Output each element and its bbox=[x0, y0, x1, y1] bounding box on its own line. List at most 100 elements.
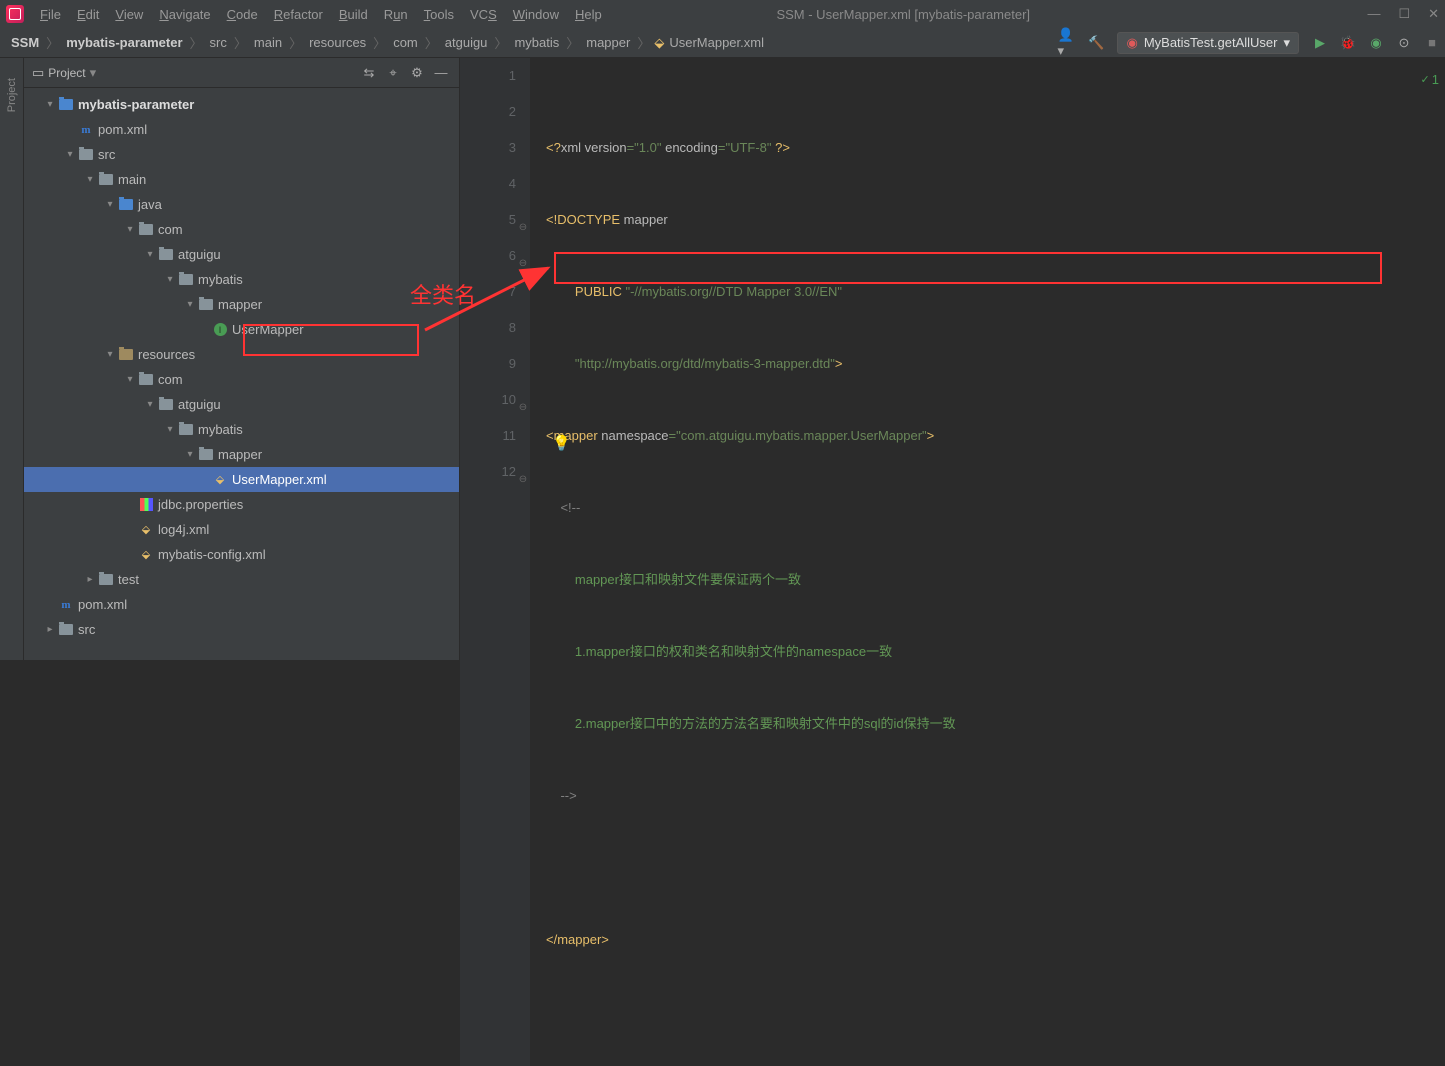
run-config-label: MyBatisTest.getAllUser bbox=[1144, 35, 1278, 50]
fold-marker-icon[interactable]: ⊖ bbox=[518, 246, 528, 282]
bulb-icon[interactable]: 💡 bbox=[552, 426, 571, 462]
breadcrumb-item[interactable]: mapper bbox=[583, 34, 633, 51]
menu-window[interactable]: Window bbox=[507, 5, 565, 24]
tree-folder-atguigu[interactable]: ▾atguigu bbox=[24, 392, 459, 417]
breadcrumb-item[interactable]: atguigu bbox=[442, 34, 491, 51]
menu-run[interactable]: Run bbox=[378, 5, 414, 24]
fold-marker-icon[interactable]: ⊖ bbox=[518, 390, 528, 426]
app-logo-icon bbox=[6, 5, 24, 23]
fold-marker-icon[interactable]: ⊖ bbox=[518, 210, 528, 246]
line-number: 2 bbox=[460, 94, 516, 130]
tree-interface-usermapper[interactable]: IUserMapper bbox=[24, 317, 459, 342]
navigation-toolbar: SSM〉 mybatis-parameter〉 src〉 main〉 resou… bbox=[0, 28, 1445, 58]
test-icon: ◉ bbox=[1126, 35, 1137, 51]
tree-package-com[interactable]: ▾com bbox=[24, 217, 459, 242]
menu-view[interactable]: View bbox=[109, 5, 149, 24]
breadcrumb-item[interactable]: mybatis bbox=[511, 34, 562, 51]
tree-file-pom2[interactable]: mpom.xml bbox=[24, 592, 459, 617]
collapse-icon[interactable]: ⇆ bbox=[359, 63, 379, 83]
line-number: 8 bbox=[460, 310, 516, 346]
menu-edit[interactable]: Edit bbox=[71, 5, 105, 24]
stop-button[interactable]: ■ bbox=[1421, 32, 1443, 54]
breadcrumb: SSM〉 mybatis-parameter〉 src〉 main〉 resou… bbox=[8, 33, 767, 52]
maximize-button[interactable]: ☐ bbox=[1398, 6, 1410, 22]
build-button[interactable]: 🔨 bbox=[1085, 32, 1107, 54]
gutter[interactable]: 1 2 3 4 5 6 7 8 9 10 11 12 ⊖ ⊖ ⊖ ⊖ bbox=[460, 58, 530, 1066]
annotation-label: 全类名 bbox=[410, 278, 476, 310]
line-number: 1 bbox=[460, 58, 516, 94]
chevron-down-icon[interactable]: ▾ bbox=[90, 65, 97, 81]
tree-file-mybatis-config[interactable]: ⬙mybatis-config.xml bbox=[24, 542, 459, 567]
project-view-icon: ▭ bbox=[32, 65, 44, 81]
tree-folder-src[interactable]: ▾src bbox=[24, 142, 459, 167]
debug-button[interactable]: 🐞 bbox=[1337, 32, 1359, 54]
code-text[interactable]: 1 <?xml version="1.0" encoding="UTF-8" ?… bbox=[530, 58, 1445, 1066]
project-tree[interactable]: ▾mybatis-parameter mpom.xml ▾src ▾main ▾… bbox=[24, 88, 459, 660]
breadcrumb-item[interactable]: com bbox=[390, 34, 421, 51]
title-bar: File Edit View Navigate Code Refactor Bu… bbox=[0, 0, 1445, 28]
left-stripe: Project bbox=[0, 58, 24, 660]
gear-icon[interactable]: ⚙ bbox=[407, 63, 427, 83]
line-number: 6 bbox=[460, 238, 516, 274]
breadcrumb-item[interactable]: resources bbox=[306, 34, 369, 51]
breadcrumb-item[interactable]: main bbox=[251, 34, 285, 51]
tree-folder-resources[interactable]: ▾resources bbox=[24, 342, 459, 367]
coverage-button[interactable]: ◉ bbox=[1365, 32, 1387, 54]
tree-package-mapper[interactable]: ▾mapper bbox=[24, 292, 459, 317]
editor-area: ameter) jdbc.properties× ⬙log4j.xml× ⬙my… bbox=[460, 58, 1445, 660]
select-opened-icon[interactable]: ⌖ bbox=[383, 63, 403, 83]
menu-refactor[interactable]: Refactor bbox=[268, 5, 329, 24]
menu-vcs[interactable]: VCS bbox=[464, 5, 503, 24]
run-config-selector[interactable]: ◉ MyBatisTest.getAllUser ▾ bbox=[1117, 32, 1299, 54]
main-area: Project ▭ Project ▾ ⇆ ⌖ ⚙ — ▾mybatis-par… bbox=[0, 58, 1445, 660]
window-controls: — ☐ ✕ bbox=[1367, 6, 1439, 22]
menu-build[interactable]: Build bbox=[333, 5, 374, 24]
tree-file-log4j[interactable]: ⬙log4j.xml bbox=[24, 517, 459, 542]
line-number: 4 bbox=[460, 166, 516, 202]
line-number: 5 bbox=[460, 202, 516, 238]
tree-folder-mybatis[interactable]: ▾mybatis bbox=[24, 417, 459, 442]
breadcrumb-item[interactable]: src bbox=[207, 34, 230, 51]
project-sidebar: ▭ Project ▾ ⇆ ⌖ ⚙ — ▾mybatis-parameter m… bbox=[24, 58, 460, 660]
breadcrumb-item[interactable]: SSM bbox=[8, 34, 42, 51]
window-title: SSM - UserMapper.xml [mybatis-parameter] bbox=[776, 7, 1030, 22]
run-button[interactable]: ▶ bbox=[1309, 32, 1331, 54]
minimize-button[interactable]: — bbox=[1367, 6, 1380, 22]
line-number: 11 bbox=[460, 418, 516, 454]
breadcrumb-item[interactable]: UserMapper.xml bbox=[666, 34, 767, 51]
chevron-down-icon: ▾ bbox=[1283, 35, 1290, 51]
fold-marker-icon[interactable]: ⊖ bbox=[518, 462, 528, 498]
menu-tools[interactable]: Tools bbox=[418, 5, 460, 24]
line-number: 10 bbox=[460, 382, 516, 418]
profile-button[interactable]: ⊙ bbox=[1393, 32, 1415, 54]
tree-file-usermapper-xml[interactable]: ⬙UserMapper.xml bbox=[24, 467, 459, 492]
menu-code[interactable]: Code bbox=[221, 5, 264, 24]
project-tool-button[interactable]: Project bbox=[6, 74, 18, 116]
menu-navigate[interactable]: Navigate bbox=[153, 5, 216, 24]
project-header: ▭ Project ▾ ⇆ ⌖ ⚙ — bbox=[24, 58, 459, 88]
tree-folder-main[interactable]: ▾main bbox=[24, 167, 459, 192]
tree-package-atguigu[interactable]: ▾atguigu bbox=[24, 242, 459, 267]
menu-bar: File Edit View Navigate Code Refactor Bu… bbox=[34, 5, 608, 24]
tree-package-mybatis[interactable]: ▾mybatis bbox=[24, 267, 459, 292]
tree-folder-java[interactable]: ▾java bbox=[24, 192, 459, 217]
tree-folder-test[interactable]: ▸test bbox=[24, 567, 459, 592]
tree-file-pom[interactable]: mpom.xml bbox=[24, 117, 459, 142]
tree-folder-com[interactable]: ▾com bbox=[24, 367, 459, 392]
menu-file[interactable]: File bbox=[34, 5, 67, 24]
menu-help[interactable]: Help bbox=[569, 5, 608, 24]
close-button[interactable]: ✕ bbox=[1428, 6, 1439, 22]
tree-folder-src2[interactable]: ▸src bbox=[24, 617, 459, 642]
line-number: 9 bbox=[460, 346, 516, 382]
breadcrumb-item[interactable]: mybatis-parameter bbox=[63, 34, 185, 51]
project-label[interactable]: Project bbox=[48, 66, 85, 80]
tree-folder-mapper[interactable]: ▾mapper bbox=[24, 442, 459, 467]
tree-file-jdbc[interactable]: jdbc.properties bbox=[24, 492, 459, 517]
line-number: 12 bbox=[460, 454, 516, 490]
tree-module[interactable]: ▾mybatis-parameter bbox=[24, 92, 459, 117]
hide-icon[interactable]: — bbox=[431, 63, 451, 83]
user-icon[interactable]: 👤▾ bbox=[1057, 32, 1079, 54]
code-editor[interactable]: 1 2 3 4 5 6 7 8 9 10 11 12 ⊖ ⊖ ⊖ ⊖ 1 <?x… bbox=[460, 58, 1445, 1066]
line-number: 3 bbox=[460, 130, 516, 166]
inspection-indicator[interactable]: 1 bbox=[1421, 62, 1439, 98]
